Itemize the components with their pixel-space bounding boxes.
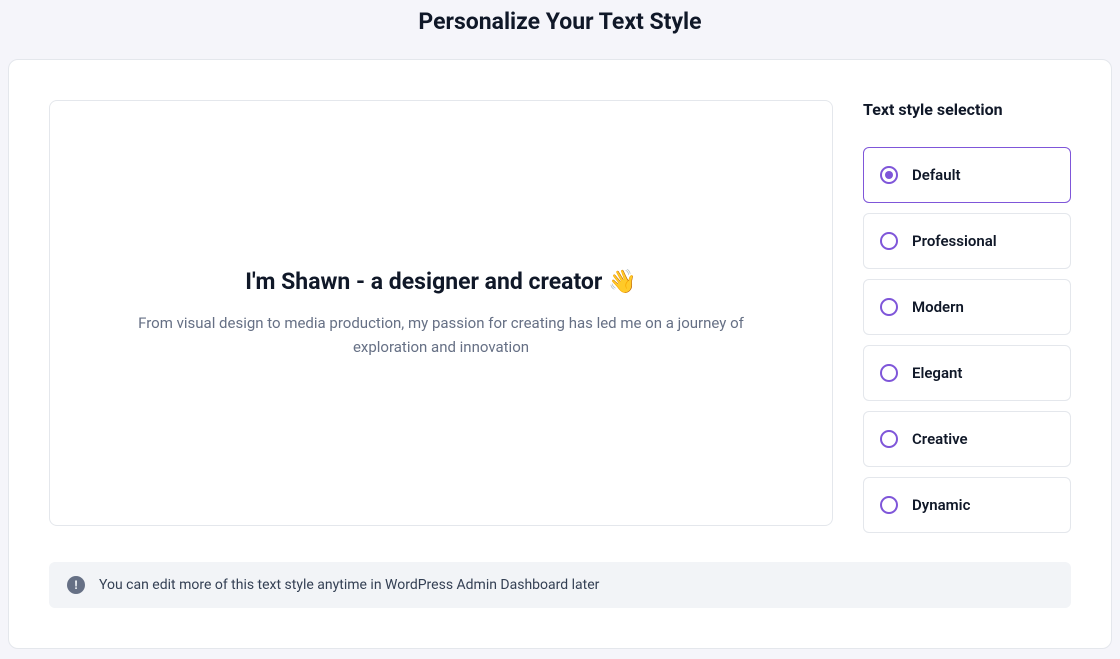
radio-icon <box>880 166 898 184</box>
info-icon: ! <box>67 576 85 594</box>
radio-icon <box>880 232 898 250</box>
radio-icon <box>880 496 898 514</box>
style-option-label: Creative <box>912 430 968 448</box>
style-option-default[interactable]: Default <box>863 147 1071 203</box>
style-option-label: Default <box>912 166 961 184</box>
selection-title: Text style selection <box>863 100 1071 119</box>
preview-subtext: From visual design to media production, … <box>110 311 772 359</box>
style-option-modern[interactable]: Modern <box>863 279 1071 335</box>
style-option-label: Dynamic <box>912 496 970 514</box>
style-option-professional[interactable]: Professional <box>863 213 1071 269</box>
style-option-label: Modern <box>912 298 964 316</box>
style-option-dynamic[interactable]: Dynamic <box>863 477 1071 533</box>
radio-icon <box>880 430 898 448</box>
style-option-label: Professional <box>912 232 997 250</box>
selection-panel: Text style selection Default Professiona… <box>863 100 1071 526</box>
style-option-elegant[interactable]: Elegant <box>863 345 1071 401</box>
footer-note: ! You can edit more of this text style a… <box>49 562 1071 608</box>
content-area: I'm Shawn - a designer and creator 👋 Fro… <box>49 100 1071 526</box>
style-option-creative[interactable]: Creative <box>863 411 1071 467</box>
preview-panel: I'm Shawn - a designer and creator 👋 Fro… <box>49 100 833 526</box>
style-option-label: Elegant <box>912 364 962 382</box>
radio-icon <box>880 298 898 316</box>
page-title: Personalize Your Text Style <box>0 0 1120 59</box>
preview-heading: I'm Shawn - a designer and creator 👋 <box>245 268 636 295</box>
radio-icon <box>880 364 898 382</box>
footer-note-text: You can edit more of this text style any… <box>99 577 599 593</box>
main-card: I'm Shawn - a designer and creator 👋 Fro… <box>8 59 1112 649</box>
